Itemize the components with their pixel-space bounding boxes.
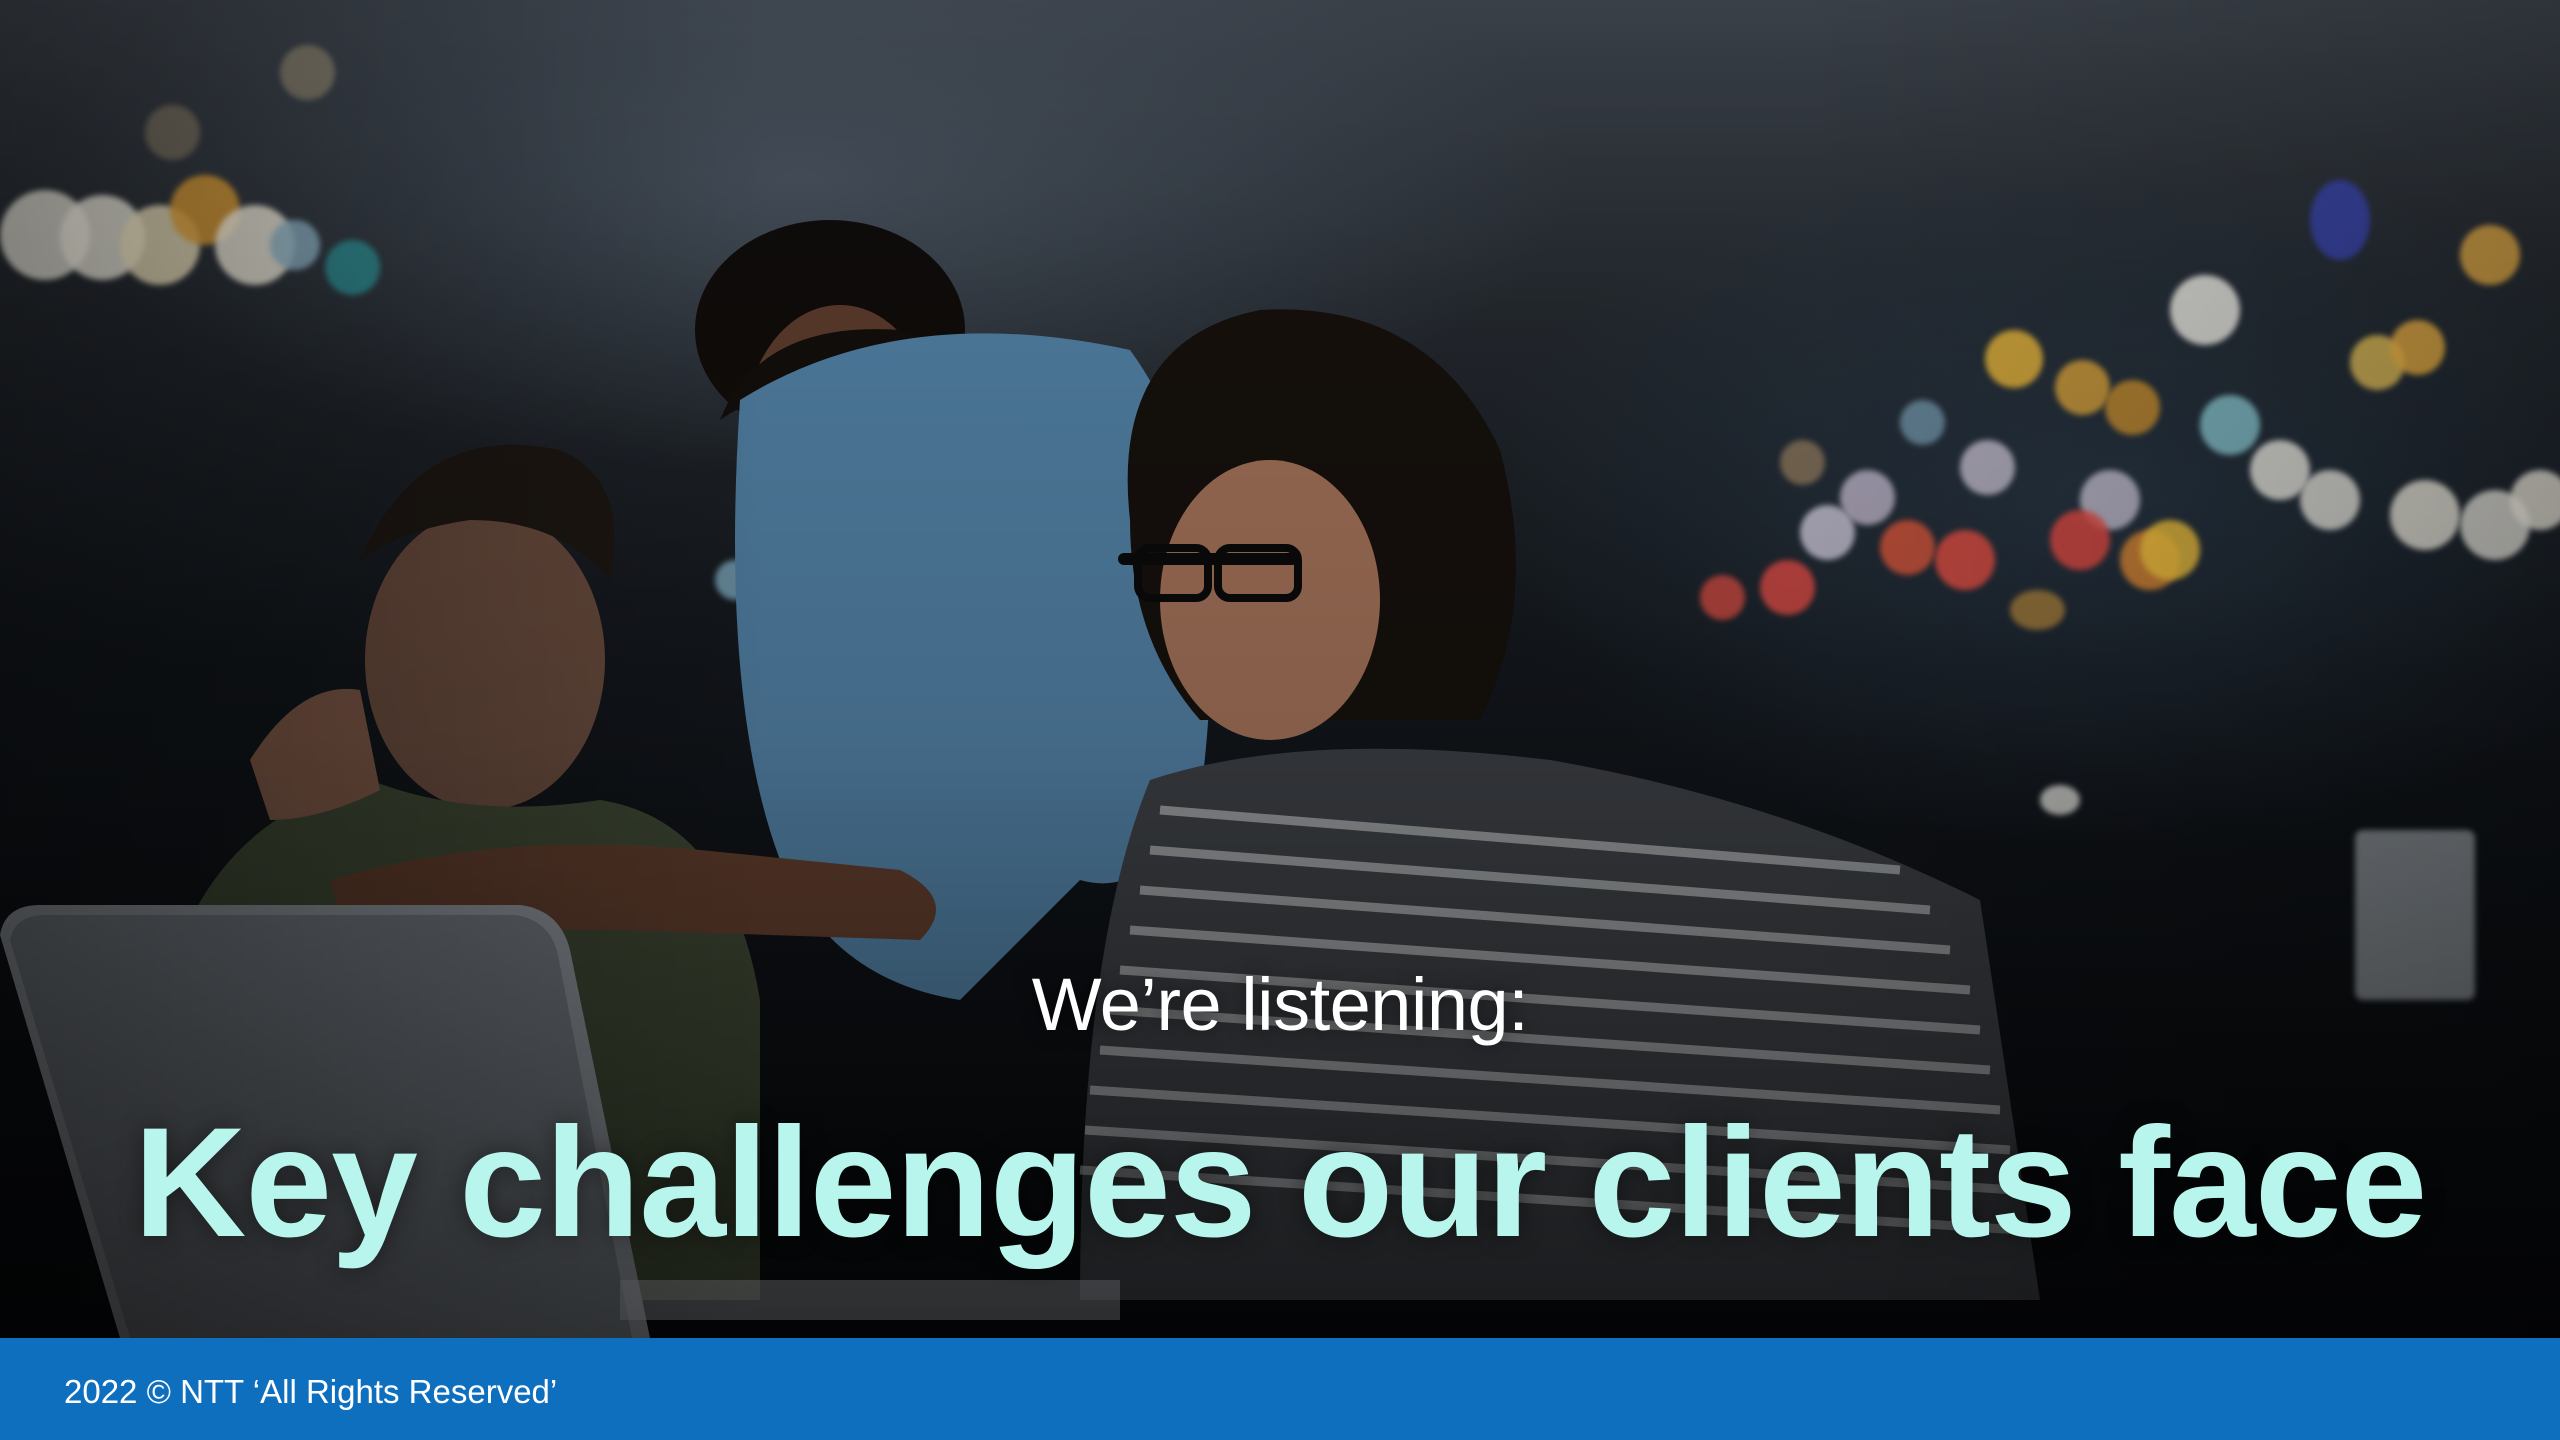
presentation-slide: We’re listening: Key challenges our clie… bbox=[0, 0, 2560, 1440]
slide-title: Key challenges our clients face bbox=[133, 1096, 2428, 1270]
slide-subtitle: We’re listening: bbox=[1031, 963, 1529, 1046]
title-block: We’re listening: Key challenges our clie… bbox=[0, 0, 2560, 1338]
copyright-text: 2022 © NTT ‘All Rights Reserved’ bbox=[64, 1373, 558, 1410]
footer-bar: 2022 © NTT ‘All Rights Reserved’ bbox=[0, 1338, 2560, 1440]
